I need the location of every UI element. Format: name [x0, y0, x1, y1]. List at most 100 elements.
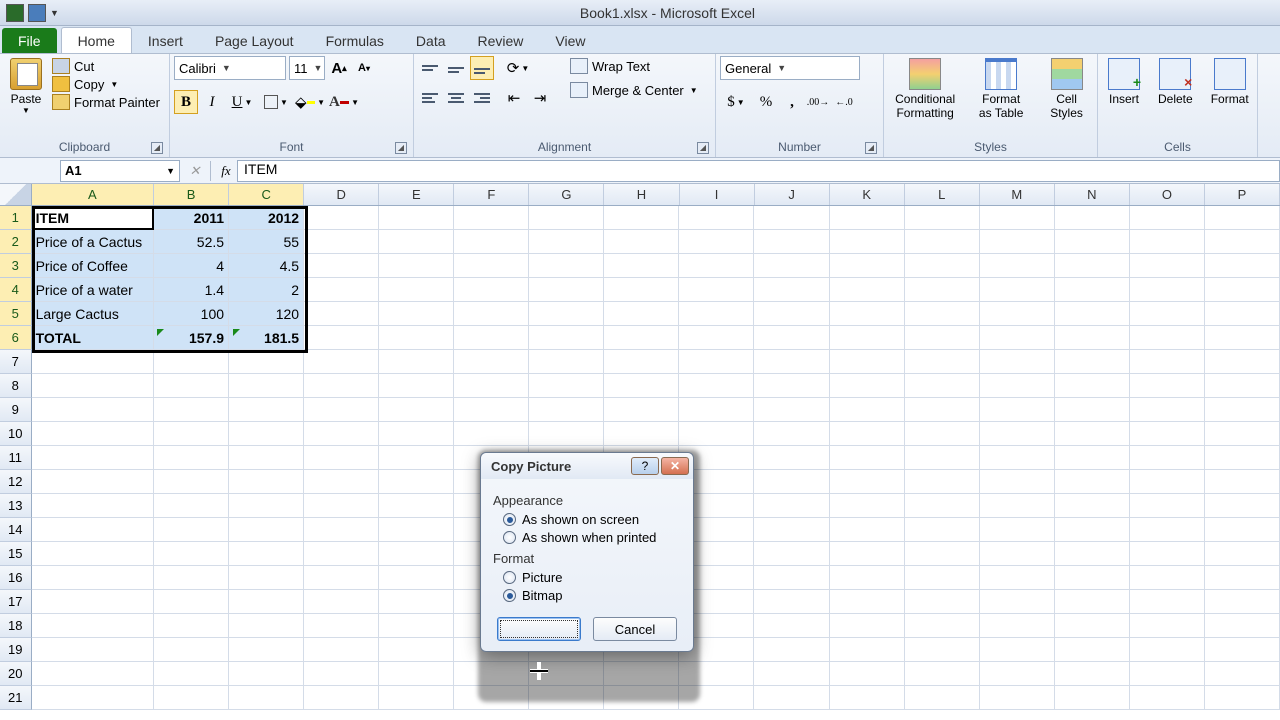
cell[interactable] [754, 638, 829, 662]
cell[interactable] [604, 350, 679, 374]
save-icon[interactable] [28, 4, 46, 22]
cell[interactable] [754, 230, 829, 254]
cell[interactable] [454, 278, 529, 302]
cell[interactable] [830, 302, 905, 326]
cell[interactable] [679, 278, 754, 302]
cell[interactable] [905, 686, 980, 710]
tab-review[interactable]: Review [462, 28, 540, 53]
cell[interactable]: 181.5 [229, 326, 304, 350]
cell[interactable] [229, 350, 304, 374]
select-all-corner[interactable] [0, 184, 32, 205]
cell[interactable] [379, 278, 454, 302]
cell[interactable] [1205, 614, 1280, 638]
cell[interactable] [1055, 494, 1130, 518]
row-header[interactable]: 18 [0, 614, 32, 638]
col-header[interactable]: H [604, 184, 679, 205]
cell[interactable]: Large Cactus [32, 302, 154, 326]
cell[interactable] [32, 614, 154, 638]
cell[interactable] [905, 278, 980, 302]
cell[interactable] [754, 686, 829, 710]
cell[interactable] [980, 542, 1055, 566]
qat-more-icon[interactable]: ▼ [50, 8, 59, 18]
cell[interactable] [754, 446, 829, 470]
cell[interactable]: 100 [154, 302, 229, 326]
cell[interactable] [379, 566, 454, 590]
name-box[interactable]: A1▼ [60, 160, 180, 182]
cell[interactable] [1055, 278, 1130, 302]
cell[interactable] [32, 566, 154, 590]
cell[interactable] [1130, 326, 1205, 350]
cell[interactable] [1205, 350, 1280, 374]
cell[interactable] [304, 230, 379, 254]
cell[interactable] [1205, 590, 1280, 614]
cell[interactable] [754, 206, 829, 230]
alignment-launcher[interactable]: ◢ [697, 142, 709, 154]
cell[interactable] [379, 662, 454, 686]
row-header[interactable]: 14 [0, 518, 32, 542]
cancel-button[interactable]: Cancel [593, 617, 677, 641]
cell[interactable] [229, 518, 304, 542]
conditional-formatting-button[interactable]: Conditional Formatting [888, 56, 962, 123]
cell[interactable] [154, 350, 229, 374]
cell[interactable] [304, 374, 379, 398]
cell[interactable] [905, 326, 980, 350]
cell[interactable] [980, 566, 1055, 590]
row-header[interactable]: 21 [0, 686, 32, 710]
cell[interactable] [604, 206, 679, 230]
cell[interactable] [1055, 326, 1130, 350]
cell[interactable] [32, 422, 154, 446]
cell[interactable] [905, 374, 980, 398]
cell[interactable] [980, 638, 1055, 662]
cell[interactable] [1205, 494, 1280, 518]
cell[interactable] [830, 638, 905, 662]
cell[interactable] [379, 614, 454, 638]
clipboard-launcher[interactable]: ◢ [151, 142, 163, 154]
cell[interactable] [1130, 422, 1205, 446]
cell[interactable] [980, 206, 1055, 230]
cell[interactable] [32, 494, 154, 518]
cell[interactable] [1130, 470, 1205, 494]
cell[interactable] [1130, 254, 1205, 278]
cell[interactable] [830, 230, 905, 254]
row-header[interactable]: 15 [0, 542, 32, 566]
cell[interactable] [529, 326, 604, 350]
cell[interactable] [154, 470, 229, 494]
cell[interactable] [604, 254, 679, 278]
col-header[interactable]: L [905, 184, 980, 205]
cell[interactable]: Price of a water [32, 278, 154, 302]
cell[interactable] [754, 326, 829, 350]
cell[interactable] [754, 542, 829, 566]
font-size-combo[interactable]: 11▼ [289, 56, 325, 80]
underline-button[interactable]: U▼ [226, 90, 258, 114]
row-header[interactable]: 12 [0, 470, 32, 494]
cell[interactable] [32, 686, 154, 710]
col-header[interactable]: P [1205, 184, 1280, 205]
row-header[interactable]: 20 [0, 662, 32, 686]
shrink-font-button[interactable]: A▾ [353, 56, 375, 80]
cell[interactable] [980, 518, 1055, 542]
cell[interactable] [229, 614, 304, 638]
cell[interactable] [154, 446, 229, 470]
cell[interactable] [32, 350, 154, 374]
cell[interactable] [529, 302, 604, 326]
row-header[interactable]: 7 [0, 350, 32, 374]
cell[interactable] [229, 374, 304, 398]
row-header[interactable]: 1 [0, 206, 32, 230]
cell[interactable] [529, 254, 604, 278]
row-header[interactable]: 2 [0, 230, 32, 254]
cell[interactable] [905, 302, 980, 326]
cell[interactable] [754, 398, 829, 422]
col-header[interactable]: K [830, 184, 905, 205]
cell[interactable] [454, 350, 529, 374]
delete-cells-button[interactable]: Delete [1152, 56, 1199, 108]
cell[interactable] [229, 566, 304, 590]
cell[interactable] [154, 614, 229, 638]
cell[interactable] [905, 614, 980, 638]
cell[interactable] [679, 398, 754, 422]
cell[interactable] [1055, 254, 1130, 278]
cell[interactable] [905, 542, 980, 566]
font-name-combo[interactable]: Calibri▼ [174, 56, 286, 80]
cell[interactable] [604, 374, 679, 398]
increase-decimal-button[interactable]: .00→ [806, 90, 830, 114]
tab-insert[interactable]: Insert [132, 28, 199, 53]
